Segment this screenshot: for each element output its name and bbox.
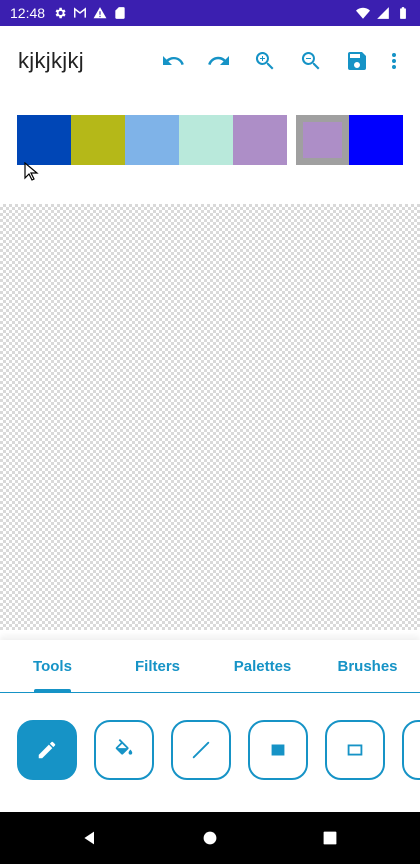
recents-icon [323,831,337,845]
more-tools-button[interactable] [402,720,420,780]
tab-label: Palettes [233,657,292,675]
secondary-color-swatch[interactable] [349,115,403,165]
redo-icon [208,56,229,65]
primary-color-fill [303,122,342,158]
palette-swatch[interactable] [125,115,179,165]
redo-button[interactable] [196,38,242,84]
zoom-out-icon [301,52,320,70]
status-time: 12:48 [10,5,46,21]
back-icon [84,831,94,845]
more-vert-icon [392,53,396,69]
palette-swatches [17,115,287,165]
zoom-in-icon [255,52,274,70]
line-icon [192,741,210,759]
fill-bucket-icon [115,739,133,755]
warning-icon [93,6,107,20]
save-button[interactable] [334,38,380,84]
filled-rectangle-icon [271,744,285,756]
gmail-icon [73,6,87,20]
pencil-tool-button[interactable] [17,720,77,780]
save-icon [348,52,366,70]
bottom-tabs: Tools Filters Palettes Brushes [0,640,420,693]
document-title: kjkjkjkj [18,48,84,73]
tab-label: Filters [134,657,180,675]
more-options-button[interactable] [380,38,408,84]
zoom-out-button[interactable] [288,38,334,84]
app-bar: kjkjkjkj [0,26,420,96]
primary-color-swatch[interactable] [296,115,349,165]
tab-label: Brushes [337,657,398,675]
undo-icon [163,56,184,65]
tab-filters[interactable]: Filters [105,640,210,692]
palette-swatch[interactable] [233,115,287,165]
outline-rectangle-tool-button[interactable] [325,720,385,780]
tab-label: Tools [33,657,72,675]
signal-icon [376,6,390,20]
palette-swatch[interactable] [17,115,71,165]
system-nav-bar [0,812,420,864]
mouse-cursor-icon [24,162,39,181]
home-button[interactable] [200,828,220,848]
home-icon [203,831,217,845]
palette-swatch[interactable] [71,115,125,165]
recents-button[interactable] [320,828,340,848]
drawing-canvas[interactable] [0,204,420,630]
sd-card-icon [113,6,127,20]
palette-swatch[interactable] [179,115,233,165]
wifi-icon [356,6,370,20]
fill-bucket-tool-button[interactable] [94,720,154,780]
undo-button[interactable] [150,38,196,84]
outline-rectangle-icon [347,744,363,756]
zoom-in-button[interactable] [242,38,288,84]
line-tool-button[interactable] [171,720,231,780]
gear-icon [53,6,67,20]
pencil-icon [38,741,56,759]
tab-tools[interactable]: Tools [0,640,105,692]
tab-brushes[interactable]: Brushes [315,640,420,692]
back-button[interactable] [80,828,100,848]
filled-rectangle-tool-button[interactable] [248,720,308,780]
palette-strip [0,96,420,204]
current-colors [296,115,403,165]
battery-icon [396,6,410,20]
status-bar: 12:48 [0,0,420,26]
tool-row [0,694,420,812]
tab-palettes[interactable]: Palettes [210,640,315,692]
